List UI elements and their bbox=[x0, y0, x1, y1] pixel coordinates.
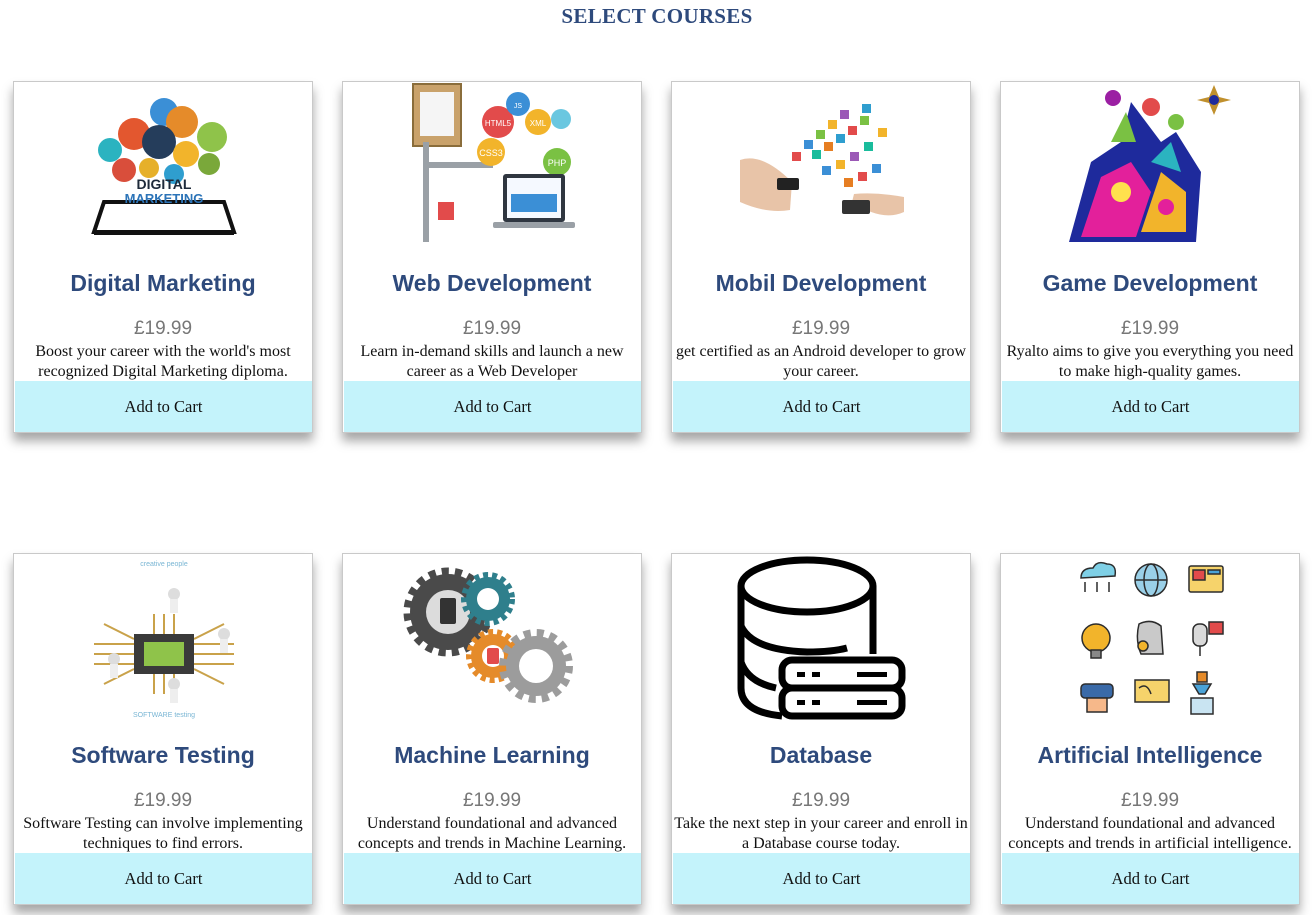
course-description: get certified as an Android developer to… bbox=[675, 343, 967, 380]
svg-text:SOFTWARE testing: SOFTWARE testing bbox=[133, 712, 195, 719]
course-card-web-development: HTML5 CSS3 XML PHP JS Web Development £1… bbox=[342, 81, 642, 433]
add-to-cart-button[interactable]: Add to Cart bbox=[1002, 853, 1299, 904]
course-card-software-testing: creative people SOFTWARE testing Softwar… bbox=[13, 553, 313, 905]
game-development-icon bbox=[1001, 82, 1299, 252]
course-title: Database bbox=[769, 742, 873, 768]
svg-text:DIGITAL: DIGITAL bbox=[137, 176, 192, 192]
course-description: Learn in-demand skills and launch a new … bbox=[360, 343, 624, 380]
course-title: Software Testing bbox=[71, 742, 255, 768]
mobile-development-icon bbox=[672, 82, 970, 252]
course-price: £19.99 bbox=[133, 318, 193, 339]
course-description: Ryalto aims to give you everything you n… bbox=[1006, 343, 1294, 380]
add-to-cart-button[interactable]: Add to Cart bbox=[344, 853, 641, 904]
course-title: Web Development bbox=[392, 270, 592, 296]
add-to-cart-button[interactable]: Add to Cart bbox=[673, 853, 970, 904]
course-title: Digital Marketing bbox=[70, 270, 256, 296]
artificial-intelligence-icon bbox=[1001, 554, 1299, 724]
svg-text:MARKETING: MARKETING bbox=[125, 191, 204, 206]
svg-text:PHP: PHP bbox=[548, 158, 567, 168]
course-price: £19.99 bbox=[1120, 790, 1180, 811]
course-title: Artificial Intelligence bbox=[1037, 742, 1263, 768]
add-to-cart-button[interactable]: Add to Cart bbox=[15, 381, 312, 432]
course-description: Understand foundational and advanced con… bbox=[1008, 815, 1292, 852]
svg-text:CSS3: CSS3 bbox=[479, 148, 503, 158]
course-card-game-development: Game Development £19.99 Ryalto aims to g… bbox=[1000, 81, 1300, 433]
course-card-database: Database £19.99 Take the next step in yo… bbox=[671, 553, 971, 905]
course-title: Machine Learning bbox=[394, 742, 590, 768]
course-description: Take the next step in your career and en… bbox=[674, 815, 968, 852]
course-price: £19.99 bbox=[791, 318, 851, 339]
page-title: SELECT COURSES bbox=[561, 4, 753, 28]
course-description: Software Testing can involve implementin… bbox=[23, 815, 303, 852]
course-price: £19.99 bbox=[791, 790, 851, 811]
add-to-cart-button[interactable]: Add to Cart bbox=[344, 381, 641, 432]
software-testing-icon: creative people SOFTWARE testing bbox=[14, 554, 312, 724]
course-card-digital-marketing: DIGITAL MARKETING Digital Marketing £19.… bbox=[13, 81, 313, 433]
web-development-icon: HTML5 CSS3 XML PHP JS bbox=[343, 82, 641, 252]
svg-text:creative people: creative people bbox=[140, 561, 188, 568]
add-to-cart-button[interactable]: Add to Cart bbox=[673, 381, 970, 432]
course-price: £19.99 bbox=[462, 790, 522, 811]
machine-learning-icon bbox=[343, 554, 641, 724]
course-title: Mobil Development bbox=[715, 270, 927, 296]
svg-text:JS: JS bbox=[514, 103, 523, 110]
database-icon bbox=[672, 554, 970, 724]
course-price: £19.99 bbox=[133, 790, 193, 811]
course-card-artificial-intelligence: Artificial Intelligence £19.99 Understan… bbox=[1000, 553, 1300, 905]
course-price: £19.99 bbox=[462, 318, 522, 339]
course-description: Boost your career with the world's most … bbox=[35, 343, 291, 380]
course-card-mobile-development: Mobil Development £19.99 get certified a… bbox=[671, 81, 971, 433]
course-title: Game Development bbox=[1042, 270, 1258, 296]
course-description: Understand foundational and advanced con… bbox=[357, 815, 627, 852]
digital-marketing-icon: DIGITAL MARKETING bbox=[14, 82, 312, 252]
course-price: £19.99 bbox=[1120, 318, 1180, 339]
svg-text:HTML5: HTML5 bbox=[485, 119, 512, 128]
add-to-cart-button[interactable]: Add to Cart bbox=[1002, 381, 1299, 432]
course-card-machine-learning: Machine Learning £19.99 Understand found… bbox=[342, 553, 642, 905]
add-to-cart-button[interactable]: Add to Cart bbox=[15, 853, 312, 904]
svg-text:XML: XML bbox=[530, 119, 547, 128]
